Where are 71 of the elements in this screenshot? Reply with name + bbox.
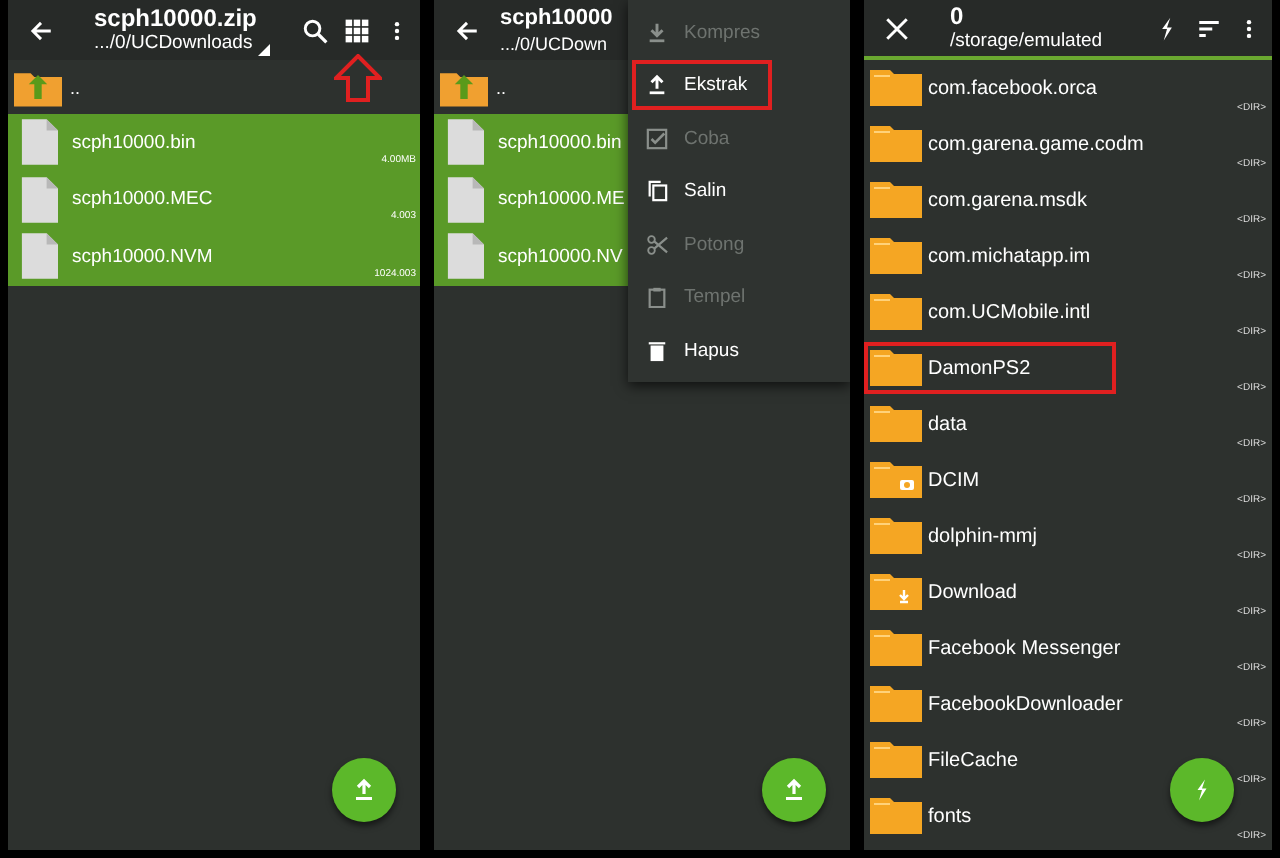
file-icon	[446, 118, 484, 167]
folder-icon	[870, 742, 922, 778]
folder-name: com.michatapp.im	[928, 245, 1091, 267]
folder-name: dolphin-mmj	[928, 525, 1037, 547]
trash-icon	[646, 339, 668, 361]
folder-name: com.garena.game.codm	[928, 133, 1144, 155]
file-name: scph10000.MEC	[72, 188, 213, 211]
close-icon[interactable]	[884, 15, 910, 41]
file-icon	[20, 175, 58, 224]
checkbox-icon	[646, 127, 668, 149]
back-arrow-icon[interactable]	[454, 17, 480, 43]
archive-title: scph10000.zip	[94, 4, 259, 32]
menu-item[interactable]: Salin	[632, 166, 846, 216]
folder-name: com.UCMobile.intl	[928, 301, 1091, 323]
upload-icon	[646, 74, 668, 96]
back-arrow-icon[interactable]	[28, 17, 54, 43]
scissors-icon	[646, 233, 668, 255]
file-icon	[446, 175, 484, 224]
path-dropdown[interactable]: .../0/UCDownloads	[94, 32, 286, 56]
folder-icon	[870, 518, 922, 554]
download-folder-icon	[870, 574, 922, 610]
parent-folder-label[interactable]: ..	[496, 77, 507, 97]
folder-icon	[870, 686, 922, 722]
folder-name: Download	[928, 581, 1017, 603]
extract-fab-button[interactable]	[332, 758, 396, 822]
upload-icon	[352, 778, 376, 802]
folder-icon	[870, 238, 922, 274]
search-icon[interactable]	[302, 17, 328, 43]
folder-name: data	[928, 413, 967, 435]
copy-icon	[646, 180, 668, 202]
folder-name: FileCache	[928, 749, 1019, 771]
folder-icon	[870, 294, 922, 330]
file-icon	[20, 118, 58, 167]
camera-folder-icon	[870, 462, 922, 498]
folder-title: 0	[950, 2, 966, 30]
file-icon	[446, 232, 484, 281]
folder-name: DCIM	[928, 469, 980, 491]
file-name: scph10000.bin	[498, 131, 622, 154]
folder-name: Facebook Messenger	[928, 637, 1121, 659]
folder-icon	[870, 798, 922, 834]
extract-fab-button[interactable]	[1170, 758, 1234, 822]
folder-icon	[870, 182, 922, 218]
folder-icon	[870, 406, 922, 442]
folder-name: com.facebook.orca	[928, 77, 1097, 99]
archive-title: scph10000	[500, 4, 615, 32]
folder-icon	[870, 630, 922, 666]
folder-icon	[870, 70, 922, 106]
folder-name: FacebookDownloader	[928, 693, 1123, 715]
folder-icon	[870, 350, 922, 386]
grid-icon[interactable]	[344, 17, 370, 43]
menu-item[interactable]: Hapus	[632, 325, 846, 375]
parent-folder-icon[interactable]	[14, 67, 62, 107]
parent-folder-label[interactable]: ..	[70, 77, 81, 97]
folder-name: com.garena.msdk	[928, 189, 1087, 211]
path-label: /storage/emulated	[950, 30, 1105, 54]
extract-fab-button[interactable]	[762, 758, 826, 822]
folder-name: DamonPS2	[928, 357, 1031, 379]
folder-icon	[870, 126, 922, 162]
dropdown-triangle-icon	[258, 44, 271, 56]
sort-icon[interactable]	[1196, 15, 1222, 41]
file-icon	[20, 232, 58, 281]
clipboard-icon	[646, 286, 668, 308]
download-icon	[646, 21, 668, 43]
file-name: scph10000.NV	[498, 245, 623, 268]
upload-icon	[782, 778, 806, 802]
menu-item[interactable]: Ekstrak	[632, 60, 772, 110]
file-name: scph10000.NVM	[72, 245, 213, 268]
file-name: scph10000.ME	[498, 188, 625, 211]
folder-name: fonts	[928, 805, 972, 827]
file-name: scph10000.bin	[72, 131, 196, 154]
parent-folder-icon[interactable]	[440, 67, 488, 107]
